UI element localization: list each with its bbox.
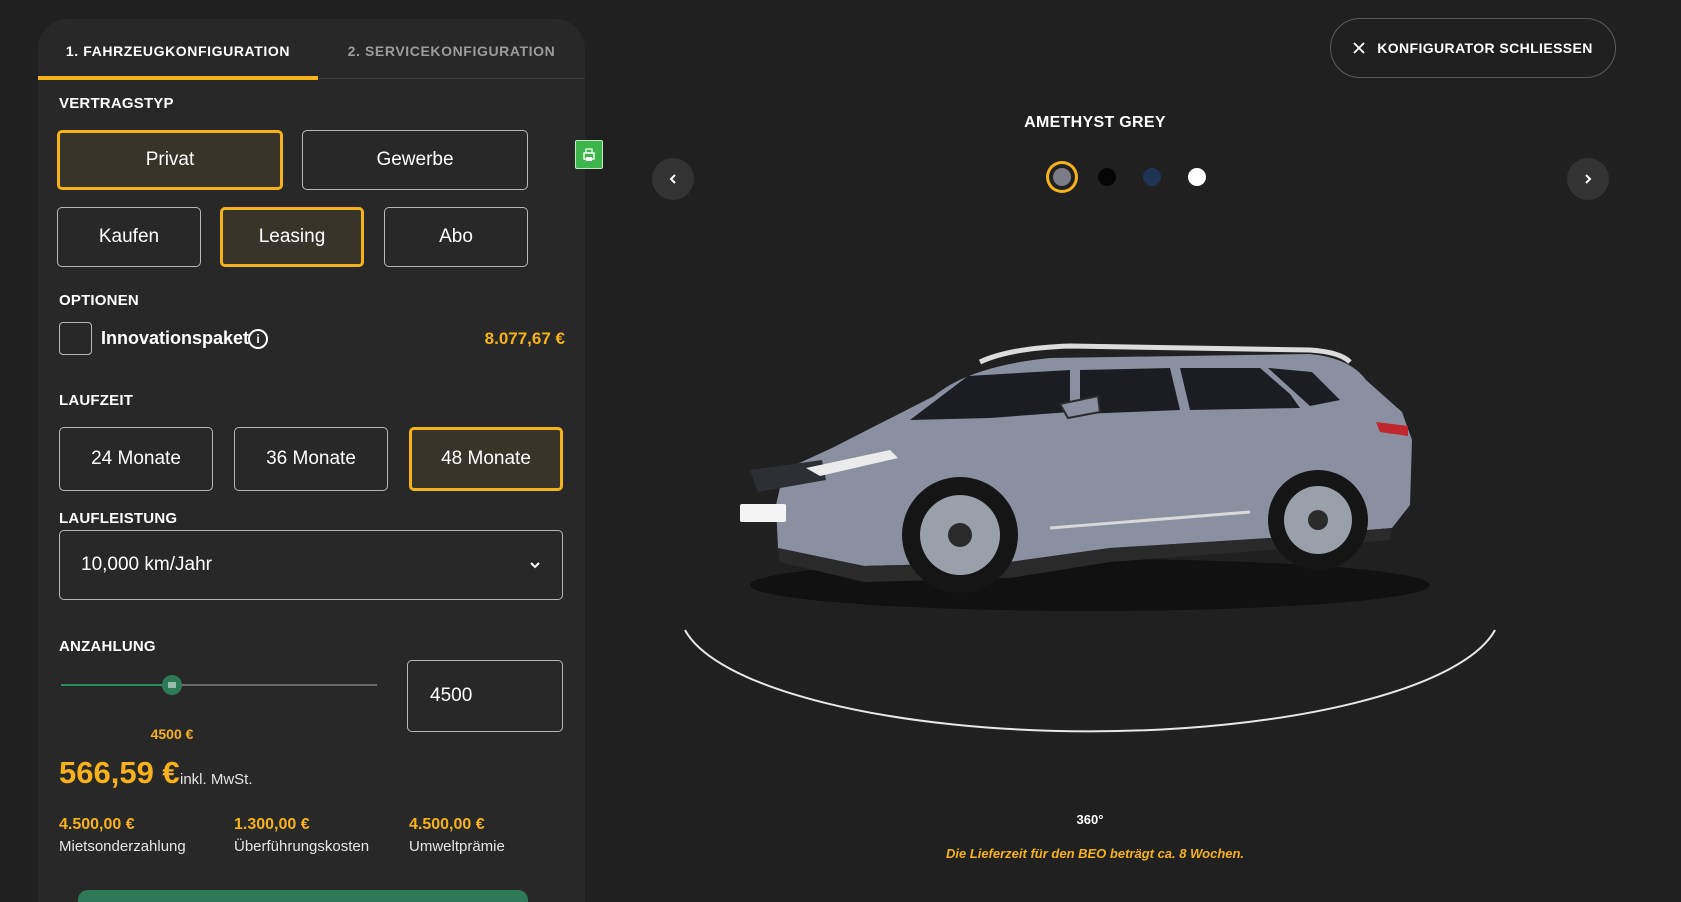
term-36-months-button[interactable]: 36 Monate bbox=[234, 427, 388, 491]
deposit-input[interactable] bbox=[407, 660, 563, 732]
environment-bonus-value: 4.500,00 € bbox=[409, 816, 485, 833]
continue-button[interactable] bbox=[78, 890, 528, 902]
close-icon bbox=[1353, 42, 1365, 54]
term-48-months-button[interactable]: 48 Monate bbox=[409, 427, 563, 491]
delivery-time-note: Die Lieferzeit für den BEO beträgt ca. 8… bbox=[945, 846, 1245, 861]
deposit-slider-track[interactable] bbox=[61, 675, 377, 695]
previous-color-button[interactable] bbox=[652, 158, 694, 200]
rotate-360-label[interactable]: 360° bbox=[1070, 812, 1110, 827]
environment-bonus-label: Umweltprämie bbox=[409, 838, 505, 855]
car-image bbox=[684, 343, 1496, 733]
innovation-package-price: 8.077,67 € bbox=[484, 329, 565, 348]
transfer-cost-label: Überführungskosten bbox=[234, 838, 370, 855]
term-heading: LAUFZEIT bbox=[59, 392, 134, 409]
chevron-right-icon bbox=[1585, 174, 1592, 184]
configurator-page: 1. FAHRZEUGKONFIGURATION 2. SERVICEKONFI… bbox=[0, 0, 1681, 902]
close-configurator-label: KONFIGURATOR SCHLIESSEN bbox=[1377, 40, 1593, 56]
price-tax-note: inkl. MwSt. bbox=[180, 771, 253, 788]
monthly-price: 566,59 € bbox=[59, 755, 180, 790]
special-payment-value: 4.500,00 € bbox=[59, 816, 135, 833]
grip-icon bbox=[168, 682, 176, 688]
chevron-down-icon bbox=[530, 562, 540, 569]
innovation-package-label: Innovationspaket bbox=[101, 328, 250, 348]
next-color-button[interactable] bbox=[1567, 158, 1609, 200]
panel-content: Innovationspaket i 8.077,67 € LAUFZEIT 2… bbox=[38, 0, 585, 902]
mileage-selected-value: 10,000 km/Jahr bbox=[81, 554, 212, 575]
deposit-heading: ANZAHLUNG bbox=[59, 638, 156, 655]
term-24-months-button[interactable]: 24 Monate bbox=[59, 427, 213, 491]
close-configurator-button[interactable]: KONFIGURATOR SCHLIESSEN bbox=[1330, 18, 1616, 78]
mileage-heading: LAUFLEISTUNG bbox=[59, 510, 178, 527]
color-name: AMETHYST GREY bbox=[1024, 114, 1166, 131]
mileage-select[interactable]: 10,000 km/Jahr bbox=[59, 530, 563, 600]
swatch-white[interactable] bbox=[1188, 168, 1206, 186]
swatch-black[interactable] bbox=[1098, 168, 1116, 186]
special-payment-label: Mietsonderzahlung bbox=[59, 838, 186, 855]
innovation-package-checkbox[interactable] bbox=[59, 322, 92, 355]
chevron-left-icon bbox=[669, 174, 676, 184]
deposit-slider-fill bbox=[61, 684, 172, 686]
swatch-amethyst-grey[interactable] bbox=[1053, 168, 1071, 186]
car-360-viewer[interactable] bbox=[650, 300, 1530, 750]
deposit-slider-thumb[interactable] bbox=[162, 675, 182, 695]
deposit-slider-value: 4500 € bbox=[150, 726, 194, 742]
info-icon[interactable]: i bbox=[248, 329, 268, 349]
transfer-cost-value: 1.300,00 € bbox=[234, 816, 310, 833]
swatch-blue[interactable] bbox=[1143, 168, 1161, 186]
